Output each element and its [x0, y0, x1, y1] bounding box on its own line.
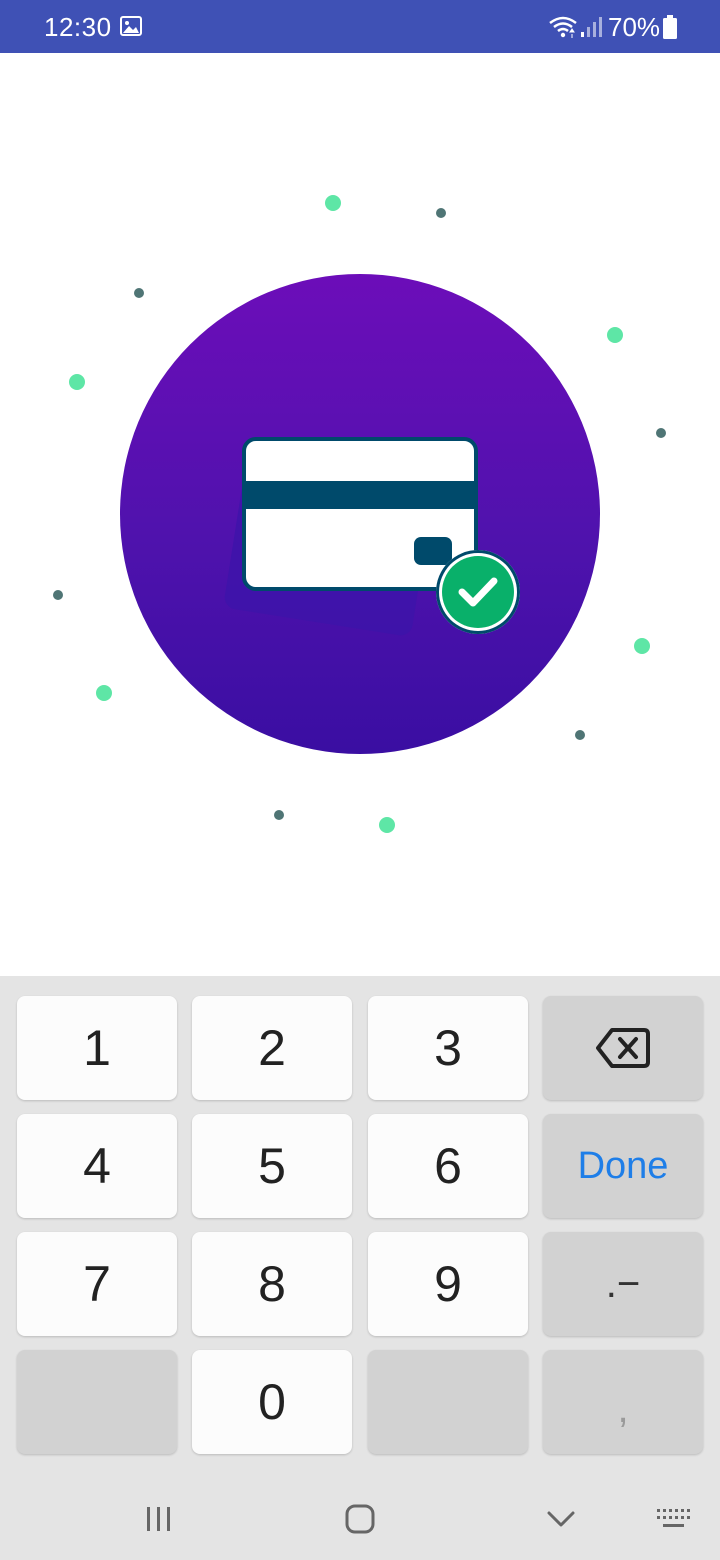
back-icon[interactable] [546, 1508, 576, 1535]
done-key[interactable]: Done [543, 1114, 703, 1218]
confetti-dot [96, 685, 112, 701]
battery-percent: 70% [608, 12, 661, 42]
key-5[interactable]: 5 [192, 1114, 352, 1218]
wifi-icon [548, 15, 578, 44]
key-4[interactable]: 4 [17, 1114, 177, 1218]
key-2[interactable]: 2 [192, 996, 352, 1100]
confetti-dot [325, 195, 341, 211]
backspace-icon [596, 1028, 650, 1068]
home-icon[interactable] [344, 1503, 376, 1540]
confetti-dot [69, 374, 85, 390]
signal-icon [580, 16, 602, 43]
recent-apps-icon[interactable] [144, 1504, 174, 1539]
key-1[interactable]: 1 [17, 996, 177, 1100]
numeric-keyboard: 1 2 3 4 5 6 Done 7 8 9 .− 0 , [0, 976, 720, 1478]
keyboard-switch-icon[interactable] [656, 1508, 690, 1535]
confetti-dot [379, 817, 395, 833]
card-chip [414, 537, 452, 565]
checkmark-icon [436, 550, 520, 634]
battery-icon [662, 14, 678, 45]
confetti-dot [134, 288, 144, 298]
blank-key-right [368, 1350, 528, 1454]
key-6[interactable]: 6 [368, 1114, 528, 1218]
confetti-dot [575, 730, 585, 740]
status-time: 12:30 [44, 12, 112, 42]
key-0[interactable]: 0 [192, 1350, 352, 1454]
navigation-bar [0, 1478, 720, 1560]
payment-success-illustration [0, 53, 720, 976]
confetti-dot [607, 327, 623, 343]
comma-key[interactable]: , [543, 1350, 703, 1454]
key-8[interactable]: 8 [192, 1232, 352, 1336]
confetti-dot [53, 590, 63, 600]
card-stripe [246, 481, 474, 509]
status-bar: 12:30 70% [0, 0, 720, 53]
key-9[interactable]: 9 [368, 1232, 528, 1336]
dot-minus-key[interactable]: .− [543, 1232, 703, 1336]
key-3[interactable]: 3 [368, 996, 528, 1100]
confetti-dot [274, 810, 284, 820]
backspace-key[interactable] [543, 996, 703, 1100]
blank-key-left [17, 1350, 177, 1454]
confetti-dot [656, 428, 666, 438]
confetti-dot [436, 208, 446, 218]
key-7[interactable]: 7 [17, 1232, 177, 1336]
confetti-dot [634, 638, 650, 654]
gallery-icon [120, 16, 142, 41]
